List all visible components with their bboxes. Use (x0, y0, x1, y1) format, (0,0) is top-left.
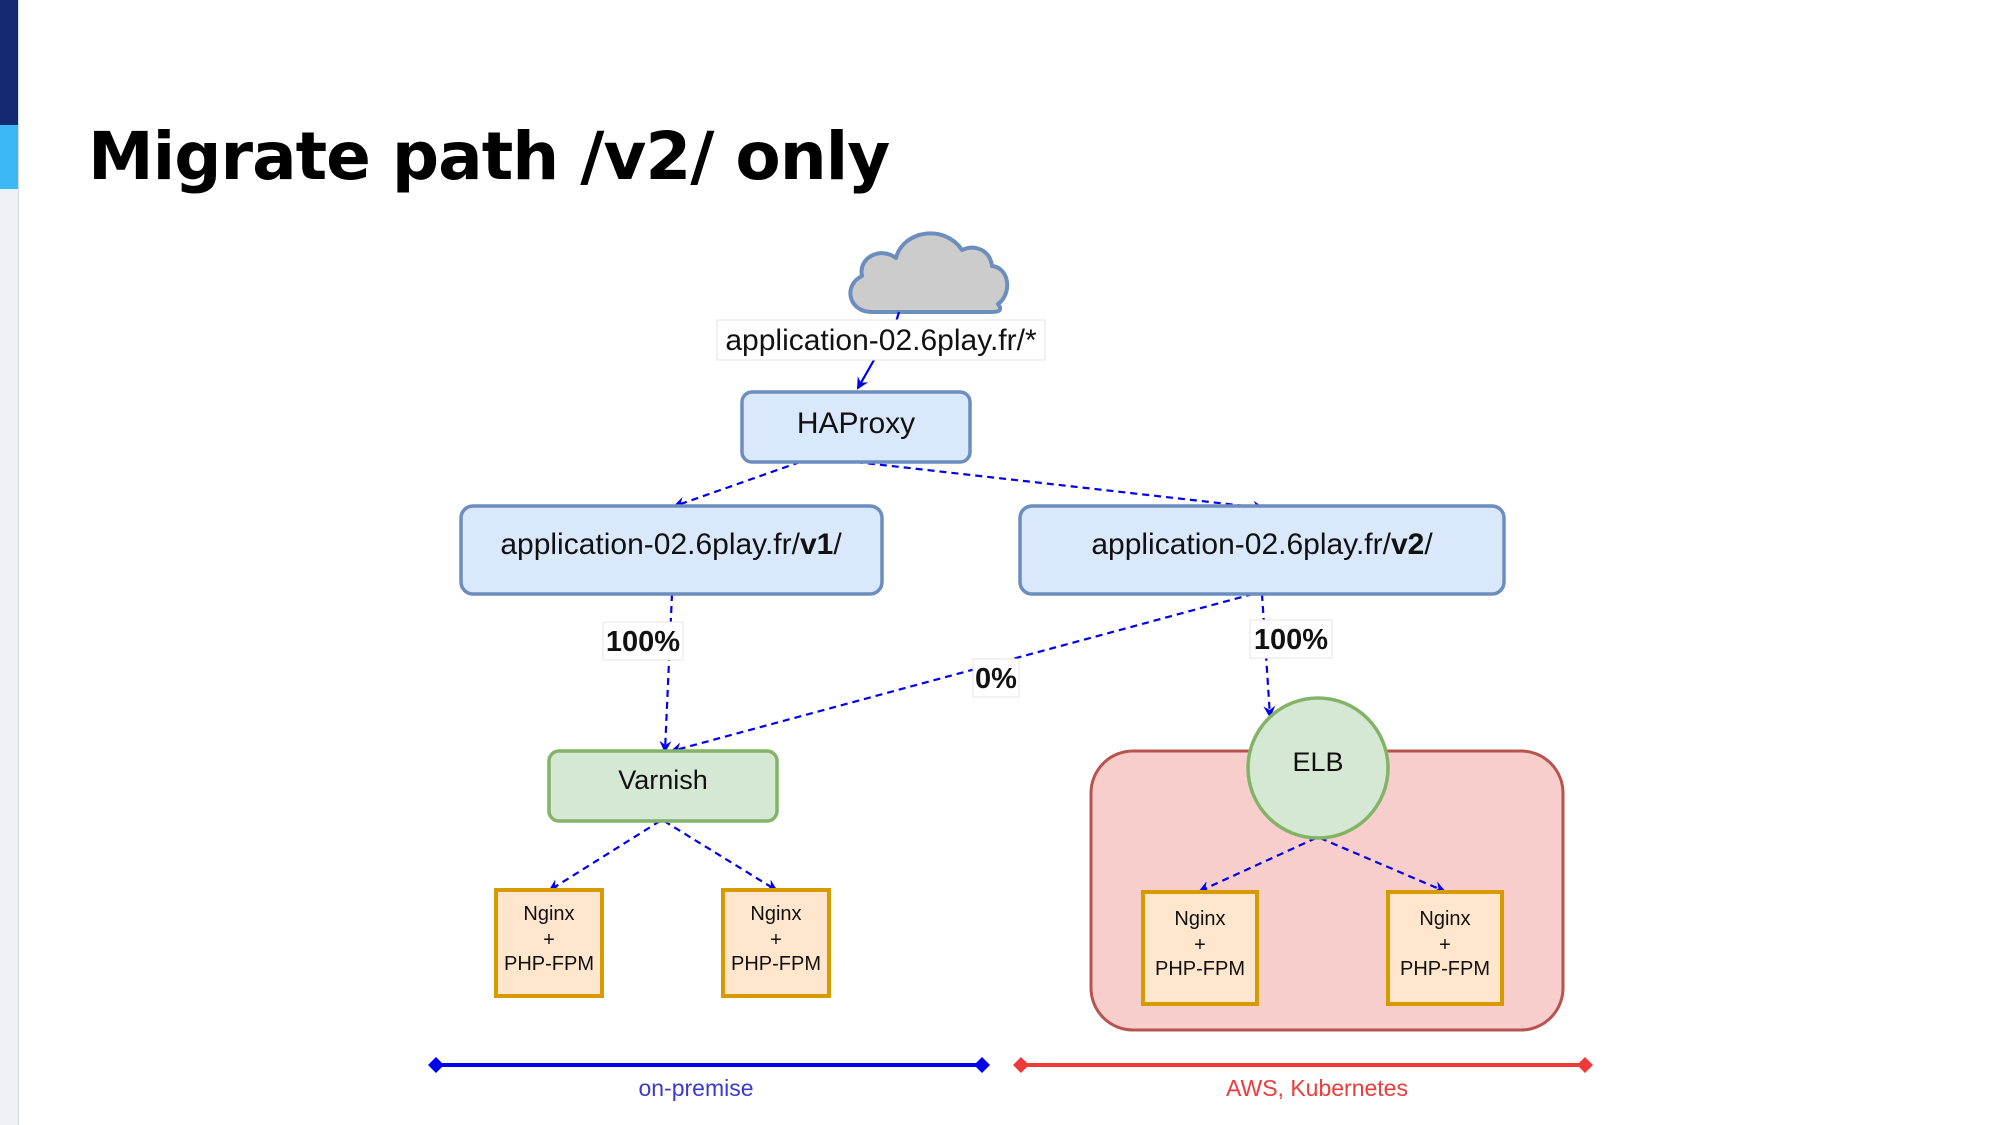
backend-node-aws-2: Nginx + PHP-FPM (1386, 890, 1504, 1006)
backend-node-aws-1: Nginx + PHP-FPM (1141, 890, 1259, 1006)
svg-text:0%: 0% (975, 663, 1017, 695)
svg-text:Nginx: Nginx (523, 903, 574, 925)
svg-text:Nginx: Nginx (1419, 908, 1470, 930)
edge-label-to-haproxy (857, 359, 875, 390)
edge-varnish-to-nginx-2 (663, 820, 778, 892)
edge-varnish-to-nginx-1 (548, 820, 661, 892)
haproxy-node: HAProxy (740, 390, 972, 464)
v1-path-node: application-02.6play.fr/v1/ (459, 504, 884, 596)
svg-text:Nginx: Nginx (1174, 908, 1225, 930)
cloud-zone-label: AWS, Kubernetes (1226, 1075, 1408, 1101)
edge-v1-to-varnish (659, 593, 674, 753)
svg-text:application-02.6play.fr/*: application-02.6play.fr/* (725, 324, 1037, 357)
svg-text:100%: 100% (606, 626, 680, 658)
edge-label-v1-varnish: 100% (602, 621, 684, 661)
edge-v2-to-varnish (670, 592, 1254, 755)
edge-label-v2-varnish: 0% (972, 658, 1020, 698)
edge-haproxy-to-v1 (673, 460, 801, 509)
svg-text:PHP-FPM: PHP-FPM (1400, 958, 1490, 980)
edge-haproxy-to-v2 (855, 460, 1265, 513)
architecture-diagram: application-02.6play.fr/* HAProxy applic… (428, 231, 1593, 1101)
svg-text:application-02.6play.fr/v2/: application-02.6play.fr/v2/ (1091, 528, 1433, 561)
svg-text:PHP-FPM: PHP-FPM (1155, 958, 1245, 980)
internet-url-label: application-02.6play.fr/* (716, 319, 1046, 361)
backend-node-onprem-2: Nginx + PHP-FPM (721, 888, 831, 998)
svg-text:Varnish: Varnish (618, 765, 708, 795)
elb-node: ELB (1246, 696, 1390, 840)
svg-text:+: + (1439, 934, 1451, 956)
internet-cloud-icon (848, 231, 1009, 314)
on-premise-zone-label: on-premise (638, 1075, 753, 1101)
edge-label-v2-elb: 100% (1249, 619, 1333, 659)
svg-text:PHP-FPM: PHP-FPM (504, 953, 594, 975)
svg-text:+: + (770, 929, 782, 951)
v2-path-node: application-02.6play.fr/v2/ (1018, 504, 1506, 596)
svg-text:+: + (1194, 934, 1206, 956)
backend-node-onprem-1: Nginx + PHP-FPM (494, 888, 604, 998)
svg-text:PHP-FPM: PHP-FPM (731, 953, 821, 975)
svg-text:application-02.6play.fr/v1/: application-02.6play.fr/v1/ (500, 528, 842, 561)
svg-text:ELB: ELB (1292, 747, 1343, 777)
svg-text:Nginx: Nginx (750, 903, 801, 925)
svg-text:100%: 100% (1254, 624, 1328, 656)
svg-text:+: + (543, 929, 555, 951)
svg-text:HAProxy: HAProxy (797, 407, 915, 440)
varnish-node: Varnish (547, 749, 779, 823)
